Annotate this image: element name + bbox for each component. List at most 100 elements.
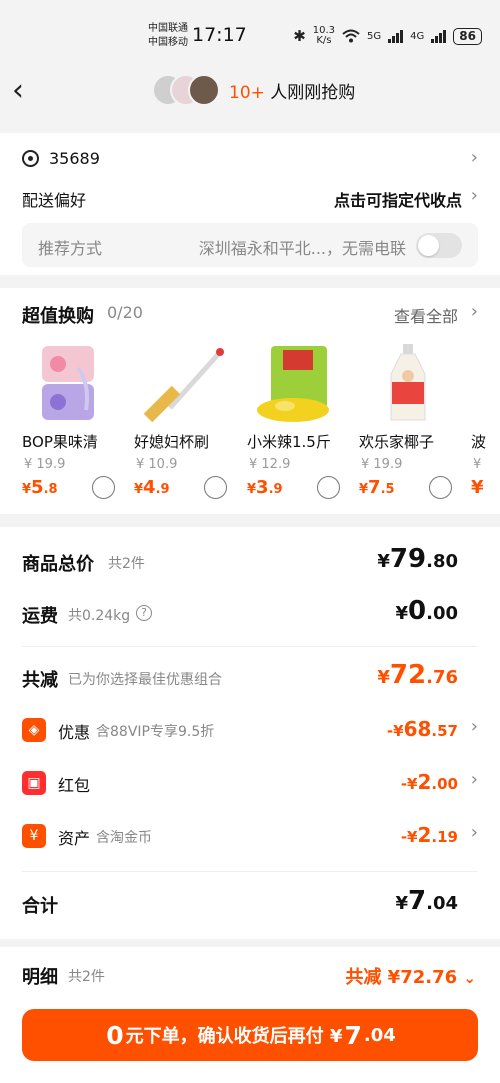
- divider: [22, 646, 478, 647]
- grand-total-label: 合计: [22, 896, 58, 917]
- promo-row[interactable]: ¥ 资产 含淘金币 -¥2.19 ›: [22, 822, 478, 852]
- grand-total-row: 合计 ¥7.04: [22, 886, 478, 919]
- promo-label: 资产: [58, 829, 91, 848]
- total-reduction-row: 共减 已为你选择最佳优惠组合 ¥72.76: [22, 660, 478, 693]
- buyers-count: 10+: [229, 83, 265, 103]
- buyers-label: 人刚刚抢购: [264, 83, 356, 103]
- promo-row[interactable]: ◈ 优惠 含88VIP专享9.5折 -¥68.57 ›: [22, 716, 478, 746]
- status-time: 17:17: [192, 24, 247, 46]
- red-envelope-icon: ▣: [22, 771, 46, 795]
- recent-buyers-text: 10+ 人刚刚抢购: [229, 78, 355, 103]
- nav-header: ‹ 10+ 人刚刚抢购: [0, 72, 500, 130]
- chevron-right-icon[interactable]: ›: [471, 185, 478, 206]
- deal-name: 小米辣1.5斤: [247, 433, 331, 451]
- recommend-row: 推荐方式 深圳福永和平北...，无需电联: [22, 223, 478, 267]
- chevron-right-icon[interactable]: ›: [471, 716, 478, 737]
- deal-name: 好媳妇杯刷: [134, 433, 210, 451]
- shipping-weight: 共0.24kg: [68, 608, 131, 624]
- cta-amount-int: 7: [344, 1020, 362, 1050]
- delivery-pref-label: 配送偏好: [22, 191, 87, 210]
- detail-count: 共2件: [68, 969, 105, 985]
- deal-select-radio[interactable]: [204, 476, 227, 499]
- wifi-icon: [342, 29, 360, 43]
- place-order-button[interactable]: 0 元下单，确认收货后再付 ¥ 7 .04: [22, 1009, 478, 1061]
- cta-amount-dec: .04: [363, 1024, 396, 1046]
- carrier-2: 中国移动: [148, 37, 188, 48]
- carrier-info: 中国联通 中国移动: [148, 22, 188, 50]
- deal-name: BOP果味清: [22, 433, 98, 451]
- pickup-point-link[interactable]: 点击可指定代收点: [334, 187, 462, 211]
- avatar: [188, 74, 220, 106]
- reduction-note: 已为你选择最佳优惠组合: [68, 672, 222, 688]
- price-summary: 商品总价 共2件 ¥79.80 运费 共0.24kg ? ¥0.00 共减 已为…: [0, 527, 500, 939]
- deal-item[interactable]: 好媳妇杯刷 ¥ 10.9 ¥4.9: [134, 344, 244, 504]
- deals-count: 0/20: [107, 303, 143, 322]
- deal-select-radio[interactable]: [429, 476, 452, 499]
- shipping-label: 运费: [22, 606, 58, 627]
- bluetooth-icon: ✱: [293, 27, 306, 45]
- chevron-right-icon[interactable]: ›: [471, 769, 478, 790]
- deal-item[interactable]: 欢乐家椰子 ¥ 19.9 ¥7.5: [359, 344, 469, 504]
- grand-total-value: ¥7.04: [395, 886, 458, 916]
- tag-icon: ◈: [22, 718, 46, 742]
- network-1-label: 5G: [367, 30, 382, 42]
- deals-card: 超值换购 0/20 查看全部 › BOP果味清 ¥ 19.9 ¥5.8 好媳妇杯…: [0, 288, 500, 514]
- deal-item[interactable]: 波 ¥ ¥: [471, 344, 500, 504]
- shipping-row: 运费 共0.24kg ? ¥0.00: [22, 596, 478, 629]
- chevron-right-icon[interactable]: ›: [471, 822, 478, 843]
- promo-row[interactable]: ▣ 红包 -¥2.00 ›: [22, 769, 478, 799]
- detail-savings[interactable]: 共减 ¥72.76 ⌄: [345, 963, 476, 989]
- checkout-footer: 明细 共2件 共减 ¥72.76 ⌄ 0 元下单，确认收货后再付 ¥ 7 .04: [0, 947, 500, 1083]
- promo-note: 含88VIP专享9.5折: [96, 724, 215, 740]
- view-all-link[interactable]: 查看全部: [394, 303, 458, 327]
- mint-box-icon: [42, 346, 94, 420]
- info-icon[interactable]: ?: [136, 605, 152, 621]
- recommend-desc: 深圳福永和平北...，无需电联: [198, 239, 406, 258]
- divider: [22, 871, 478, 872]
- back-icon[interactable]: ‹: [12, 76, 42, 108]
- deal-item[interactable]: BOP果味清 ¥ 19.9 ¥5.8: [22, 344, 132, 504]
- promo-value: -¥2.00: [400, 770, 458, 794]
- chevron-right-icon[interactable]: ›: [471, 147, 478, 168]
- promo-value: -¥68.57: [386, 717, 458, 741]
- deal-select-radio[interactable]: [92, 476, 115, 499]
- chevron-down-icon: ⌄: [463, 969, 476, 987]
- deal-price: ¥5.8: [22, 477, 58, 498]
- deal-original-price: ¥ 12.9: [249, 457, 291, 472]
- address-code[interactable]: 35689: [49, 149, 100, 168]
- deal-price: ¥3.9: [247, 477, 283, 498]
- deal-original-price: ¥ 19.9: [361, 457, 403, 472]
- network-2-label: 4G: [410, 30, 425, 42]
- system-icons: ✱ 10.3 K/s 5G 4G 86: [293, 26, 482, 46]
- detail-label[interactable]: 明细: [22, 963, 58, 989]
- deal-original-price: ¥ 10.9: [136, 457, 178, 472]
- deal-original-price: ¥: [473, 457, 482, 472]
- network-speed: 10.3 K/s: [313, 26, 335, 46]
- location-pin-icon: [22, 150, 39, 167]
- carrier-1: 中国联通: [148, 23, 188, 34]
- signal-1-icon: [388, 29, 404, 43]
- buyer-avatars: [152, 72, 226, 108]
- yuan-coin-icon: ¥: [22, 824, 46, 848]
- deal-name: 波: [471, 433, 487, 451]
- goods-total-row: 商品总价 共2件 ¥79.80: [22, 544, 478, 577]
- deal-item[interactable]: 小米辣1.5斤 ¥ 12.9 ¥3.9: [247, 344, 357, 504]
- deal-price: ¥: [471, 477, 484, 498]
- promo-value: -¥2.19: [400, 823, 458, 847]
- deal-price: ¥7.5: [359, 477, 395, 498]
- no-call-toggle[interactable]: [416, 233, 462, 258]
- battery-level: 86: [453, 27, 482, 45]
- speed-unit: K/s: [316, 35, 332, 46]
- promo-label: 红包: [58, 776, 91, 795]
- chevron-right-icon[interactable]: ›: [471, 301, 478, 322]
- deal-select-radio[interactable]: [317, 476, 340, 499]
- status-bar: 中国联通 中国移动 17:17 ✱ 10.3 K/s 5G 4G 86: [0, 0, 500, 72]
- deal-price: ¥4.9: [134, 477, 170, 498]
- promo-label: 优惠: [58, 723, 91, 742]
- deal-name: 欢乐家椰子: [359, 433, 435, 451]
- reduction-value: ¥72.76: [377, 660, 458, 690]
- deals-title: 超值换购: [22, 306, 94, 327]
- address-card: 35689 › 配送偏好 点击可指定代收点 › 推荐方式 深圳福永和平北...，…: [0, 133, 500, 275]
- recommend-label: 推荐方式: [38, 239, 103, 258]
- goods-total-label: 商品总价: [22, 554, 94, 575]
